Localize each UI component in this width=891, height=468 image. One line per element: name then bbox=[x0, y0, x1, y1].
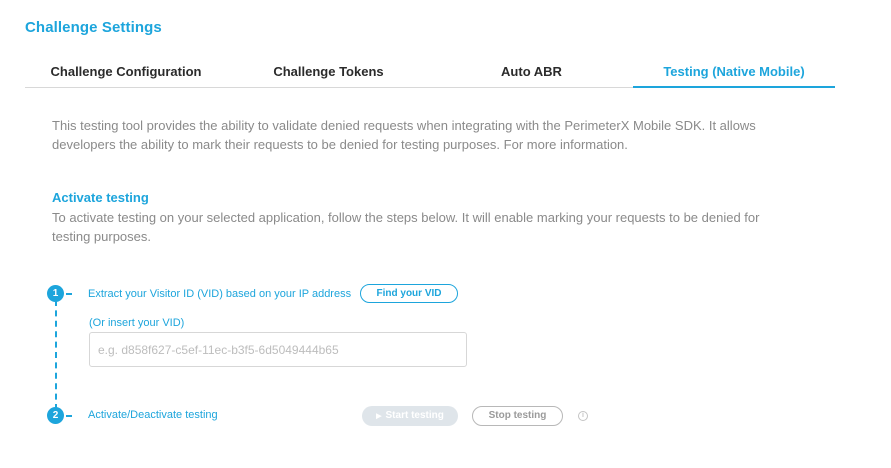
step-1-badge: 1 bbox=[47, 285, 64, 302]
tab-active-indicator bbox=[633, 86, 835, 88]
start-testing-button[interactable]: ▶ Start testing bbox=[362, 406, 458, 426]
play-icon: ▶ bbox=[376, 413, 382, 420]
tab-bar: Challenge Configuration Challenge Tokens… bbox=[25, 58, 835, 89]
steps-connector bbox=[55, 300, 57, 410]
activate-testing-description: To activate testing on your selected app… bbox=[52, 210, 760, 244]
step-1-connector bbox=[66, 293, 72, 295]
intro-text: This testing tool provides the ability t… bbox=[52, 118, 756, 152]
stop-testing-button[interactable]: Stop testing bbox=[472, 406, 563, 426]
info-icon[interactable]: i bbox=[578, 411, 588, 421]
step-1-label: Extract your Visitor ID (VID) based on y… bbox=[88, 288, 352, 300]
start-testing-label: Start testing bbox=[385, 410, 444, 421]
tab-challenge-configuration[interactable]: Challenge Configuration bbox=[25, 58, 227, 88]
step-2-label: Activate/Deactivate testing bbox=[88, 409, 218, 421]
vid-input[interactable] bbox=[89, 332, 467, 367]
step-2-connector bbox=[66, 415, 72, 417]
find-vid-button[interactable]: Find your VID bbox=[360, 284, 458, 303]
tab-challenge-tokens[interactable]: Challenge Tokens bbox=[227, 58, 430, 88]
activate-testing-title: Activate testing bbox=[52, 190, 149, 205]
page-title: Challenge Settings bbox=[25, 19, 162, 36]
tab-testing-native-mobile[interactable]: Testing (Native Mobile) bbox=[633, 58, 835, 88]
vid-input-label: (Or insert your VID) bbox=[89, 317, 185, 329]
step-2-badge: 2 bbox=[47, 407, 64, 424]
tab-auto-abr[interactable]: Auto ABR bbox=[430, 58, 633, 88]
